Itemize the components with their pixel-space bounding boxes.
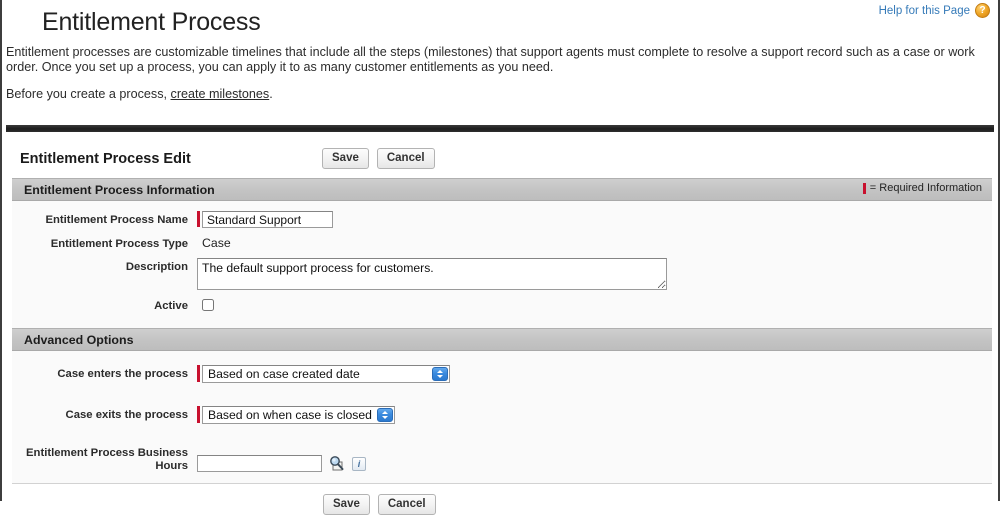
field-row-active: Active: [12, 297, 992, 313]
case-enters-process-select[interactable]: Based on case created date: [202, 365, 450, 383]
save-button-bottom[interactable]: Save: [323, 493, 370, 515]
label-business-hours-line2: Hours: [155, 460, 188, 472]
case-enters-process-selected-value: Based on case created date: [208, 367, 360, 381]
description-textarea[interactable]: The default support process for customer…: [197, 258, 667, 290]
entitlement-process-edit-panel: Entitlement Process Edit Save Cancel Ent…: [12, 140, 992, 521]
panel-footer: Save Cancel: [12, 483, 992, 521]
information-form-body: Entitlement Process Name Entitlement Pro…: [12, 201, 992, 328]
required-marker-icon: [862, 182, 866, 194]
section-header-advanced-options-label: Advanced Options: [24, 332, 134, 347]
question-mark-icon[interactable]: ?: [975, 3, 990, 18]
label-description: Description: [125, 261, 188, 273]
intro-paragraph-1: Entitlement processes are customizable t…: [6, 45, 975, 74]
control-business-hours: i: [197, 447, 366, 472]
help-bar: Help for this Page ?: [879, 3, 990, 18]
label-process-name: Entitlement Process Name: [45, 214, 188, 226]
case-exits-process-selected-value: Based on when case is closed: [208, 408, 372, 422]
business-hours-input[interactable]: [197, 455, 322, 472]
case-exits-process-select[interactable]: Based on when case is closed: [202, 406, 395, 424]
info-icon[interactable]: i: [352, 457, 366, 471]
control-case-enters-process: Based on case created date: [197, 365, 450, 383]
field-row-process-name: Entitlement Process Name: [12, 211, 992, 228]
panel-title: Entitlement Process Edit: [20, 151, 191, 167]
create-milestones-link[interactable]: create milestones: [171, 87, 270, 101]
required-marker-icon: [197, 211, 200, 227]
control-active: [197, 297, 214, 311]
panel-header: Entitlement Process Edit Save Cancel: [12, 140, 992, 178]
intro-text-block: Entitlement processes are customizable t…: [6, 45, 984, 115]
section-divider-rule: [6, 125, 994, 132]
required-marker-icon: [197, 365, 200, 382]
entitlement-process-page: Help for this Page ? Entitlement Process…: [0, 0, 1000, 521]
label-business-hours: Entitlement Process Business Hours: [12, 447, 197, 473]
field-row-case-enters: Case enters the process Based on case cr…: [12, 365, 992, 383]
control-case-exits-process: Based on when case is closed: [197, 406, 395, 424]
top-button-row: Save Cancel: [322, 148, 435, 169]
required-information-legend: = Required Information: [862, 182, 982, 194]
field-row-business-hours: Entitlement Process Business Hours i: [12, 447, 992, 473]
required-information-legend-text: = Required Information: [869, 182, 982, 194]
control-process-type: Case: [197, 235, 231, 250]
entitlement-process-name-input[interactable]: [202, 211, 333, 228]
label-case-enters-process: Case enters the process: [57, 368, 188, 380]
field-row-description: Description The default support process …: [12, 258, 992, 290]
field-row-process-type: Entitlement Process Type Case: [12, 235, 992, 251]
intro-paragraph-2-suffix: .: [269, 87, 273, 101]
section-header-advanced-options: Advanced Options: [12, 328, 992, 351]
label-business-hours-line1: Entitlement Process Business: [26, 447, 188, 459]
control-description: The default support process for customer…: [197, 258, 667, 290]
chevron-updown-icon[interactable]: [432, 367, 448, 381]
active-checkbox[interactable]: [202, 299, 214, 311]
section-header-information: Entitlement Process Information = Requir…: [12, 178, 992, 201]
control-process-name: [197, 211, 333, 228]
field-row-case-exits: Case exits the process Based on when cas…: [12, 406, 992, 424]
help-for-this-page-link[interactable]: Help for this Page: [879, 5, 970, 17]
section-header-information-label: Entitlement Process Information: [24, 182, 215, 197]
label-active: Active: [154, 300, 188, 312]
entitlement-process-type-value: Case: [202, 236, 231, 250]
magnifier-lookup-icon[interactable]: [328, 455, 345, 472]
intro-paragraph-2: Before you create a process, create mile…: [6, 87, 984, 102]
page-title: Entitlement Process: [42, 8, 261, 36]
label-process-type: Entitlement Process Type: [50, 238, 188, 250]
bottom-button-row: Save Cancel: [323, 493, 436, 515]
save-button-top[interactable]: Save: [322, 148, 369, 169]
intro-paragraph-2-prefix: Before you create a process,: [6, 87, 171, 101]
required-marker-icon: [197, 406, 200, 423]
chevron-updown-icon[interactable]: [376, 408, 393, 422]
advanced-form-body: Case enters the process Based on case cr…: [12, 351, 992, 483]
cancel-button-bottom[interactable]: Cancel: [377, 493, 436, 515]
cancel-button-top[interactable]: Cancel: [376, 148, 435, 169]
label-case-exits-process: Case exits the process: [65, 409, 188, 421]
